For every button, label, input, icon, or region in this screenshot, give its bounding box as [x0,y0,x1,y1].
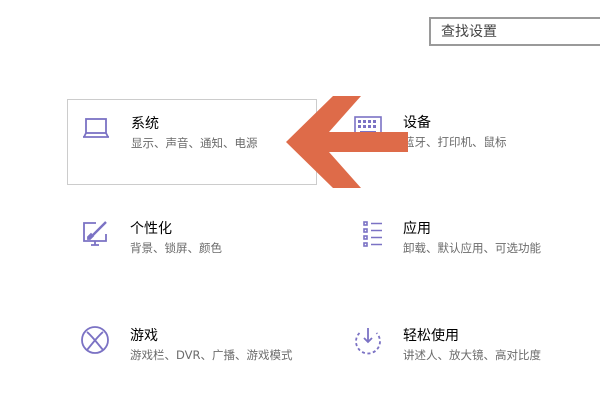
tile-description: 讲述人、放大镜、高对比度 [403,348,541,362]
apps-list-icon [352,217,384,249]
tile-description: 背景、锁屏、颜色 [130,241,222,255]
ease-of-access-icon [352,324,384,356]
laptop-icon [80,112,112,144]
tile-gaming[interactable]: 游戏 游戏栏、DVR、广播、游戏模式 [67,312,317,398]
tile-description: 游戏栏、DVR、广播、游戏模式 [130,348,293,362]
tile-title: 应用 [403,221,431,237]
tile-title: 轻松使用 [403,328,459,344]
search-input[interactable] [431,19,600,44]
tile-description: 蓝牙、打印机、鼠标 [403,135,507,149]
annotation-arrow [286,96,408,188]
tile-personalization[interactable]: 个性化 背景、锁屏、颜色 [67,205,317,291]
tile-system[interactable]: 系统 显示、声音、通知、电源 [67,99,317,185]
tile-title: 系统 [131,116,159,132]
tile-description: 显示、声音、通知、电源 [131,136,258,150]
tile-title: 个性化 [130,221,172,237]
search-box[interactable] [429,17,600,46]
personalization-icon [79,217,111,249]
xbox-icon [79,324,111,356]
tile-apps[interactable]: 应用 卸载、默认应用、可选功能 [340,205,590,291]
tile-description: 卸载、默认应用、可选功能 [403,241,541,255]
tile-ease-of-access[interactable]: 轻松使用 讲述人、放大镜、高对比度 [340,312,590,398]
tile-title: 游戏 [130,328,158,344]
